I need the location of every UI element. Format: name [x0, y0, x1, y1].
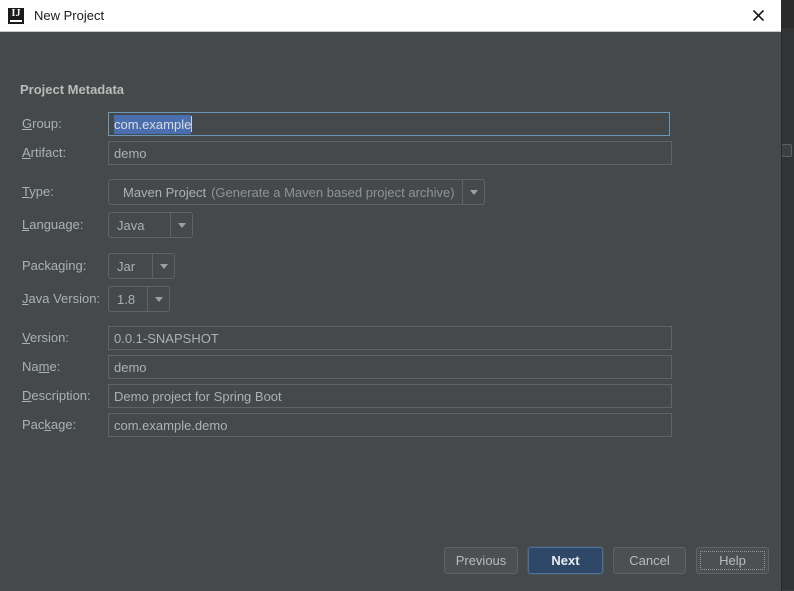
label-artifact: Artifact: — [22, 141, 66, 165]
version-input[interactable] — [108, 326, 672, 350]
type-combobox-description: (Generate a Maven based project archive) — [211, 185, 455, 200]
next-button[interactable]: Next — [528, 547, 603, 574]
field-row-description: Description: — [0, 384, 781, 408]
close-icon[interactable] — [735, 0, 781, 31]
dialog-content: Project Metadata Group: com.example Arti… — [0, 32, 781, 591]
name-input[interactable] — [108, 355, 672, 379]
label-java-version: Java Version: — [22, 286, 100, 312]
group-input-value: com.example — [114, 115, 191, 134]
chevron-down-icon[interactable] — [170, 213, 192, 237]
package-input[interactable] — [108, 413, 672, 437]
field-row-version: Version: — [0, 326, 781, 350]
group-input[interactable]: com.example — [108, 112, 670, 136]
type-combobox[interactable]: Maven Project (Generate a Maven based pr… — [108, 179, 485, 205]
label-name: Name: — [22, 355, 60, 379]
packaging-combobox[interactable]: Jar — [108, 253, 175, 279]
previous-button[interactable]: Previous — [444, 547, 518, 574]
type-combobox-value: Maven Project (Generate a Maven based pr… — [109, 180, 462, 204]
field-row-java-version: Java Version: 1.8 — [0, 286, 781, 312]
field-row-language: Language: Java — [0, 212, 781, 238]
field-row-artifact: Artifact: — [0, 141, 781, 165]
dialog-titlebar: IJ New Project — [0, 0, 781, 32]
new-project-dialog: IJ New Project Project Metadata Group: c… — [0, 0, 781, 590]
chevron-down-icon[interactable] — [152, 254, 174, 278]
label-package: Package: — [22, 413, 76, 437]
field-row-type: Type: Maven Project (Generate a Maven ba… — [0, 179, 781, 205]
code-lens-marker-icon[interactable] — [781, 144, 792, 157]
field-row-packaging: Packaging: Jar — [0, 253, 781, 279]
help-button[interactable]: Help — [696, 547, 769, 574]
field-row-package: Package: — [0, 413, 781, 437]
packaging-combobox-value: Jar — [109, 254, 152, 278]
label-description: Description: — [22, 384, 91, 408]
label-packaging: Packaging: — [22, 253, 86, 279]
label-language: Language: — [22, 212, 83, 238]
java-version-combobox[interactable]: 1.8 — [108, 286, 170, 312]
chevron-down-icon[interactable] — [462, 180, 484, 204]
editor-right-gutter — [780, 28, 794, 590]
cancel-button[interactable]: Cancel — [613, 547, 686, 574]
intellij-idea-icon: IJ — [8, 8, 24, 24]
field-row-group: Group: com.example — [0, 112, 781, 136]
section-title: Project Metadata — [20, 82, 124, 97]
java-version-combobox-value: 1.8 — [109, 287, 147, 311]
field-row-name: Name: — [0, 355, 781, 379]
dialog-button-bar: Previous Next Cancel Help — [0, 533, 781, 591]
chevron-down-icon[interactable] — [147, 287, 169, 311]
label-version: Version: — [22, 326, 69, 350]
description-input[interactable] — [108, 384, 672, 408]
text-caret — [191, 116, 192, 132]
dialog-title: New Project — [34, 8, 104, 23]
language-combobox[interactable]: Java — [108, 212, 193, 238]
label-group: Group: — [22, 112, 62, 136]
language-combobox-value: Java — [109, 213, 170, 237]
type-combobox-primary: Maven Project — [123, 185, 206, 200]
label-type: Type: — [22, 179, 54, 205]
artifact-input[interactable] — [108, 141, 672, 165]
